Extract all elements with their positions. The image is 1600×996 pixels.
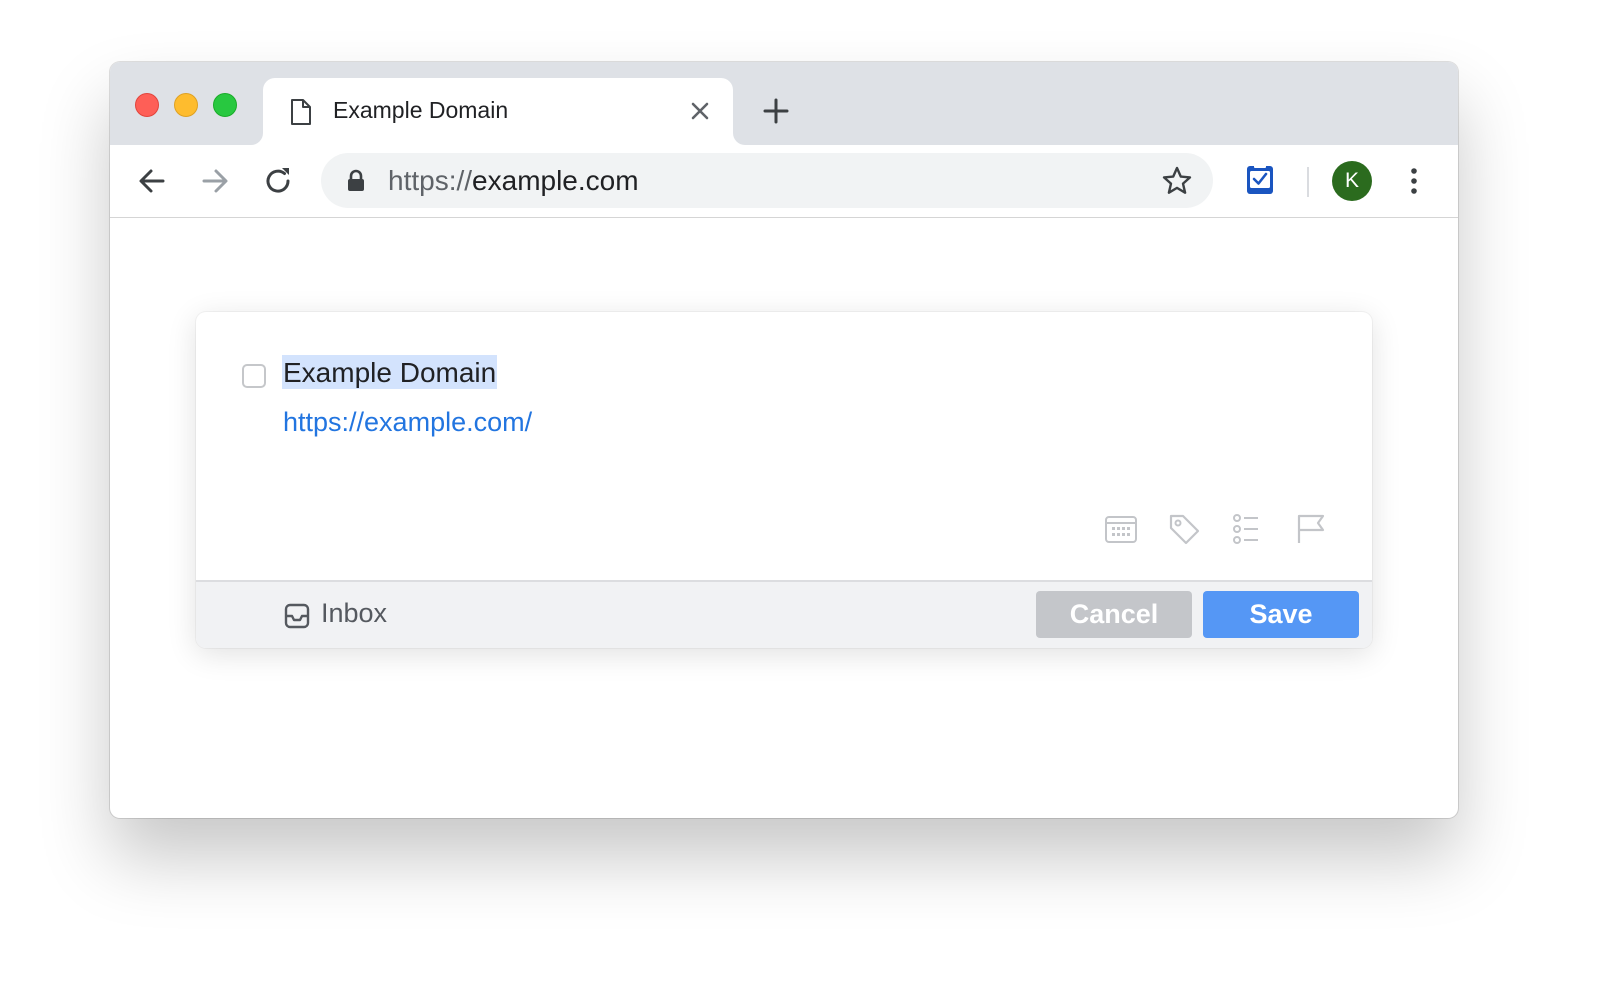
url-text[interactable]: https://example.com <box>388 165 639 197</box>
close-window-button[interactable] <box>135 93 159 117</box>
checklist-icon[interactable] <box>1230 512 1264 546</box>
tab-example-domain[interactable]: Example Domain <box>263 78 733 145</box>
tasks-extension-icon[interactable] <box>1245 163 1275 197</box>
browser-toolbar: https://example.com K <box>110 145 1458 218</box>
lock-icon[interactable] <box>345 169 367 193</box>
tab-strip: Example Domain <box>110 62 1458 145</box>
profile-avatar[interactable]: K <box>1332 161 1372 201</box>
url-scheme: https:// <box>388 165 473 196</box>
task-complete-checkbox[interactable] <box>242 364 266 388</box>
forward-arrow-icon[interactable] <box>199 165 231 197</box>
tag-icon[interactable] <box>1167 512 1201 546</box>
back-arrow-icon[interactable] <box>136 165 168 197</box>
bookmark-star-icon[interactable] <box>1161 165 1193 197</box>
reload-icon[interactable] <box>262 165 294 197</box>
toolbar-separator <box>1307 167 1309 197</box>
close-tab-icon[interactable] <box>689 100 711 122</box>
minimize-window-button[interactable] <box>174 93 198 117</box>
flag-icon[interactable] <box>1293 512 1327 546</box>
task-title-input[interactable]: Example Domain <box>282 355 498 389</box>
dialog-footer: Inbox Cancel Save <box>196 580 1372 648</box>
list-selector-label[interactable]: Inbox <box>321 598 387 629</box>
url-host: example.com <box>472 165 639 196</box>
save-button[interactable]: Save <box>1203 591 1359 638</box>
cancel-button[interactable]: Cancel <box>1036 591 1192 638</box>
add-task-dialog: Example Domain https://example.com/ Inbo… <box>196 312 1372 648</box>
new-tab-icon[interactable] <box>762 97 790 125</box>
document-icon <box>291 99 311 125</box>
task-link[interactable]: https://example.com/ <box>283 407 532 438</box>
more-menu-icon[interactable] <box>1402 165 1426 197</box>
calendar-icon[interactable] <box>1104 512 1138 546</box>
inbox-icon[interactable] <box>284 603 310 629</box>
maximize-window-button[interactable] <box>213 93 237 117</box>
tab-title: Example Domain <box>333 97 509 123</box>
address-bar[interactable]: https://example.com <box>321 153 1213 208</box>
